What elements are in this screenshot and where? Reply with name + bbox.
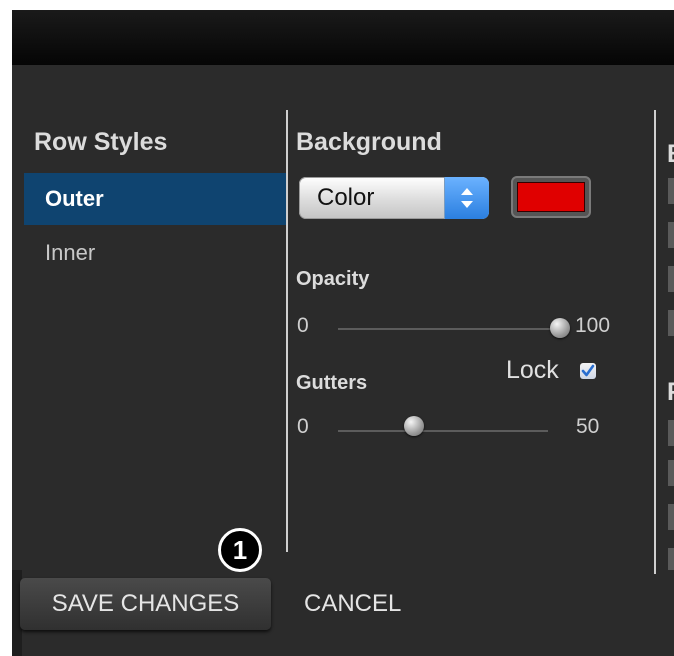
lock-label: Lock: [506, 356, 559, 384]
clipped-control: [668, 222, 674, 248]
step-callout-badge: 1: [218, 528, 262, 572]
background-type-value: Color: [317, 184, 375, 211]
row-styles-heading: Row Styles: [34, 128, 168, 156]
clipped-control: [668, 420, 674, 446]
opacity-slider-track[interactable]: [338, 328, 560, 330]
opacity-min-label: 0: [297, 314, 309, 337]
clipped-control: [668, 178, 674, 204]
gutters-min-label: 0: [297, 415, 309, 438]
row-style-item-inner[interactable]: Inner: [24, 227, 286, 279]
gutters-slider-track[interactable]: [338, 430, 548, 432]
clipped-control: [668, 548, 674, 570]
opacity-slider-thumb[interactable]: [550, 318, 570, 338]
clipped-control: [668, 310, 674, 336]
gutters-max-label: 50: [576, 415, 600, 438]
checkmark-icon: [581, 364, 595, 377]
lock-checkbox[interactable]: [580, 363, 596, 379]
cancel-button[interactable]: CANCEL: [304, 584, 401, 624]
column-divider-right: [654, 110, 656, 574]
background-color-swatch[interactable]: [511, 176, 591, 218]
row-style-item-outer[interactable]: Outer: [24, 173, 286, 225]
clipped-heading: F: [667, 378, 674, 407]
clipped-heading: B: [667, 140, 674, 169]
background-type-select[interactable]: Color: [299, 177, 489, 219]
clipped-control: [668, 504, 674, 530]
clipped-control: [668, 266, 674, 292]
opacity-label: Opacity: [296, 268, 370, 290]
gutters-slider-thumb[interactable]: [403, 416, 424, 436]
gutters-label: Gutters: [296, 372, 368, 394]
dialog-title-bar: [12, 10, 674, 65]
clipped-control: [668, 460, 674, 486]
background-heading: Background: [296, 128, 442, 156]
column-divider: [286, 110, 288, 552]
row-styles-dialog: Row Styles Outer Inner Background Color …: [12, 10, 674, 656]
opacity-max-label: 100: [575, 314, 611, 337]
select-arrows-icon: [444, 177, 489, 219]
save-changes-button[interactable]: SAVE CHANGES: [20, 578, 271, 630]
background-color-fill: [517, 182, 585, 212]
